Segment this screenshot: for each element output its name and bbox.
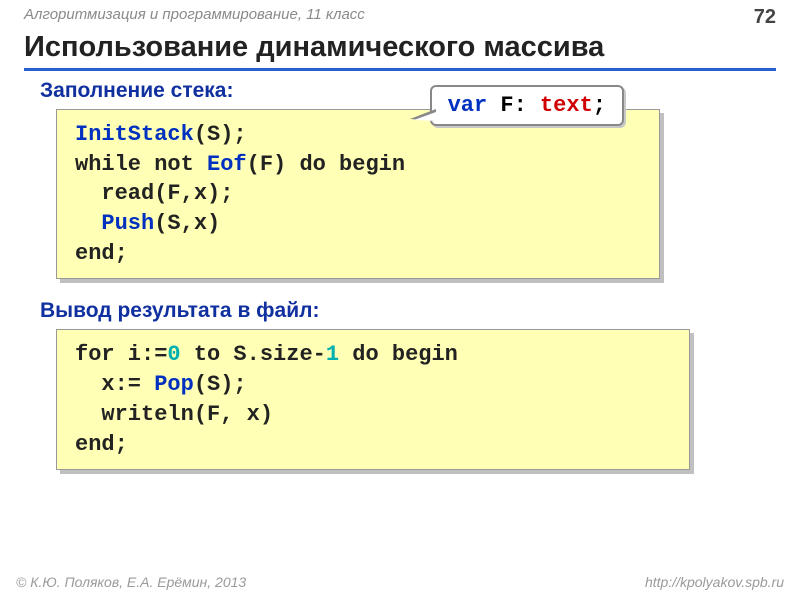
callout-tail-icon — [410, 109, 436, 121]
code2-l2b: (S); — [194, 372, 247, 397]
code2-l4: end; — [75, 432, 128, 457]
code1-push: Push — [101, 211, 154, 236]
callout-var-name: F — [487, 93, 513, 118]
code2-zero: 0 — [167, 342, 180, 367]
code2-pop: Pop — [154, 372, 194, 397]
code-block-2-wrap: for i:=0 to S.size-1 do begin x:= Pop(S)… — [56, 329, 690, 470]
section2-title: Вывод результата в файл: — [40, 299, 800, 323]
callout-kw-var: var — [448, 93, 488, 118]
page-title: Использование динамического массива — [24, 31, 776, 71]
code2-l2a: x:= — [75, 372, 154, 397]
course-label: Алгоритмизация и программирование, 11 кл… — [24, 6, 365, 29]
slide-footer: © К.Ю. Поляков, Е.А. Ерёмин, 2013 http:/… — [0, 574, 800, 590]
code1-l4b: (S,x) — [154, 211, 220, 236]
code1-l1-rest: (S); — [194, 122, 247, 147]
code1-l4sp — [75, 211, 101, 236]
code2-l1c: do begin — [339, 342, 458, 367]
code1-l2b: (F) do begin — [247, 152, 405, 177]
callout-colon: : — [514, 93, 540, 118]
code1-l5: end; — [75, 241, 128, 266]
section1-title: Заполнение стека: — [40, 79, 800, 103]
slide-header: Алгоритмизация и программирование, 11 кл… — [0, 0, 800, 31]
footer-url: http://kpolyakov.spb.ru — [645, 574, 784, 590]
code-block-2: for i:=0 to S.size-1 do begin x:= Pop(S)… — [56, 329, 690, 470]
code1-l3: read(F,x); — [75, 181, 233, 206]
code1-l2a: while not — [75, 152, 207, 177]
code1-eof: Eof — [207, 152, 247, 177]
footer-authors: © К.Ю. Поляков, Е.А. Ерёмин, 2013 — [16, 574, 246, 590]
code1-initstack: InitStack — [75, 122, 194, 147]
code2-l1a: for i:= — [75, 342, 167, 367]
code-block-1-wrap: var F: text; InitStack(S); while not Eof… — [56, 109, 660, 279]
code2-one: 1 — [326, 342, 339, 367]
callout-var-decl: var F: text; — [430, 85, 624, 126]
code-block-1: InitStack(S); while not Eof(F) do begin … — [56, 109, 660, 279]
page-number: 72 — [754, 6, 776, 29]
callout-semi: ; — [593, 93, 606, 118]
callout-type: text — [540, 93, 593, 118]
code2-l3: writeln(F, x) — [75, 402, 273, 427]
code2-l1b: to S.size- — [181, 342, 326, 367]
